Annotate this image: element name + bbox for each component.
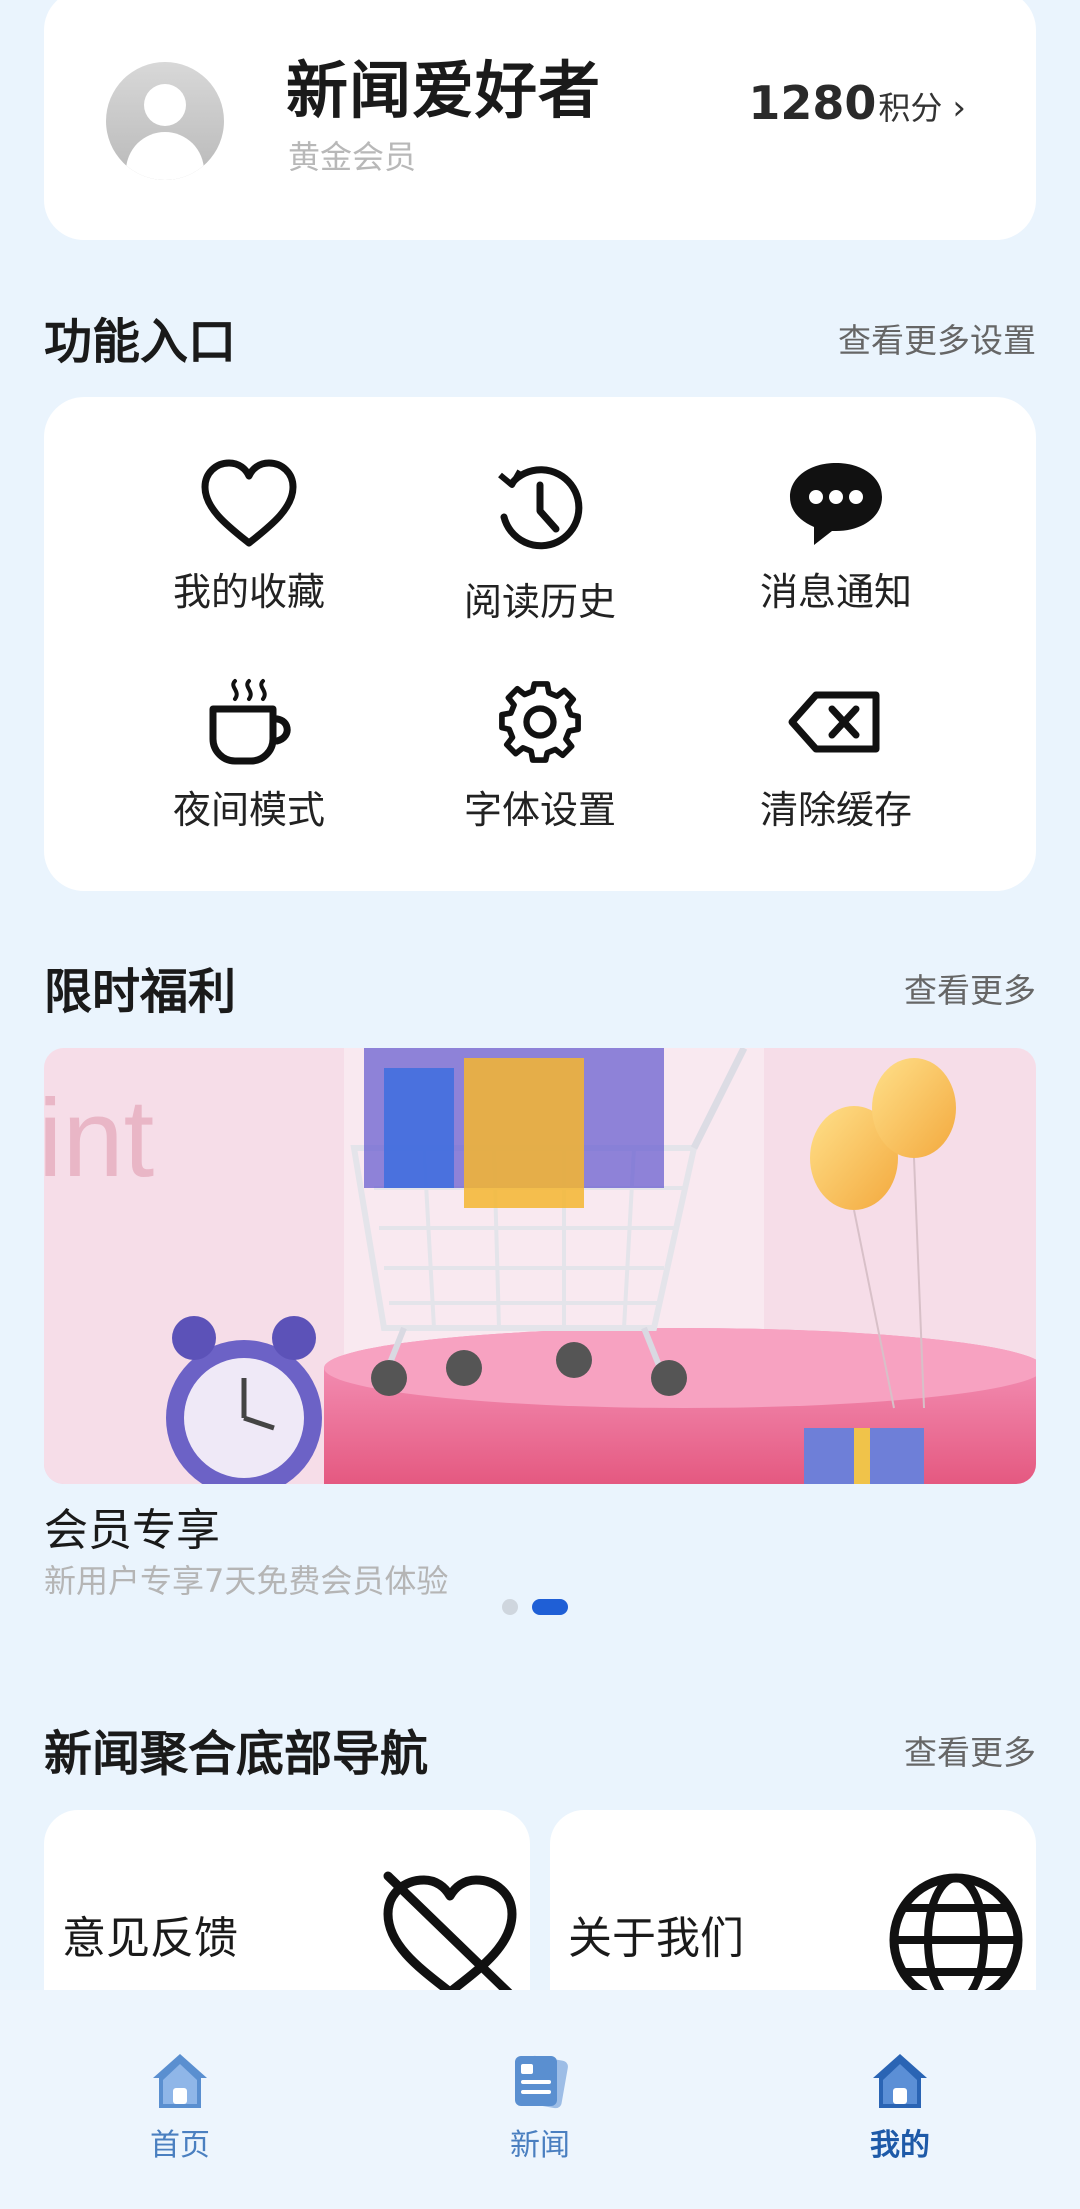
- tab-label: 新闻: [510, 2128, 570, 2163]
- feedback-label: 意见反馈: [62, 1913, 238, 1964]
- function-label: 字体设置: [463, 788, 616, 832]
- history-icon: [498, 466, 583, 550]
- home-icon: [873, 2054, 927, 2108]
- about-us-card[interactable]: 关于我们: [550, 1810, 1036, 2000]
- globe-icon: [889, 1873, 1023, 2000]
- points-unit: 积分: [878, 89, 943, 127]
- function-night-mode[interactable]: 夜间模式: [84, 677, 414, 877]
- carousel-dot[interactable]: [502, 1599, 518, 1615]
- welfare-banner-image[interactable]: int: [44, 1048, 1036, 1484]
- heart-off-icon: [383, 1871, 517, 2000]
- bottom-nav-section-title: 新闻聚合底部导航: [44, 1726, 429, 1782]
- shopping-cart-promo-illustration: int: [44, 1048, 1036, 1484]
- home-icon: [153, 2054, 207, 2108]
- chevron-right-icon: ›: [952, 88, 966, 128]
- user-name: 新闻爱好者: [286, 54, 602, 127]
- tab-news[interactable]: 新闻: [460, 2050, 620, 2164]
- bottom-nav-section-more-link[interactable]: 查看更多: [904, 1726, 1036, 1774]
- functions-title: 功能入口: [44, 314, 237, 370]
- welfare-more-link[interactable]: 查看更多: [904, 964, 1036, 1012]
- tab-home[interactable]: 首页: [100, 2050, 260, 2164]
- gear-icon: [499, 681, 581, 763]
- profile-card[interactable]: 新闻爱好者 黄金会员 1280 积分 ›: [44, 0, 1036, 240]
- tab-label: 我的: [870, 2128, 930, 2163]
- coffee-cup-icon: [209, 679, 291, 765]
- news-icon: [515, 2055, 568, 2109]
- functions-grid: 我的收藏 阅读历史 消息通知 夜间模式 字体设置 清除缓存: [44, 397, 1036, 891]
- avatar-body: [126, 132, 204, 180]
- heart-icon: [201, 459, 297, 547]
- about-us-label: 关于我们: [568, 1913, 744, 1964]
- function-label: 阅读历史: [463, 580, 616, 624]
- function-label: 消息通知: [759, 570, 912, 614]
- carousel-dot-active[interactable]: [532, 1599, 568, 1615]
- backspace-icon: [788, 691, 880, 753]
- chat-bubble-icon: [790, 463, 882, 545]
- carousel-indicator: [502, 1599, 568, 1615]
- banner-title: 会员专享: [44, 1505, 220, 1556]
- member-level: 黄金会员: [288, 138, 417, 176]
- points-value: 1280: [748, 76, 877, 130]
- function-favorites[interactable]: 我的收藏: [84, 459, 414, 659]
- tab-label: 首页: [150, 2128, 210, 2163]
- tab-mine[interactable]: 我的: [820, 2050, 980, 2164]
- function-label: 夜间模式: [172, 788, 325, 832]
- function-history[interactable]: 阅读历史: [375, 459, 705, 659]
- feedback-card[interactable]: 意见反馈: [44, 1810, 530, 2000]
- avatar[interactable]: [106, 62, 224, 180]
- function-label: 清除缓存: [759, 788, 912, 832]
- banner-overlay-text: int: [44, 1077, 154, 1200]
- function-clear-cache[interactable]: 清除缓存: [671, 677, 1001, 877]
- function-notifications[interactable]: 消息通知: [671, 459, 1001, 659]
- banner-subtitle: 新用户专享7天免费会员体验: [44, 1562, 449, 1600]
- function-label: 我的收藏: [172, 570, 325, 614]
- function-font-settings[interactable]: 字体设置: [375, 677, 705, 877]
- avatar-head: [144, 84, 186, 126]
- welfare-title: 限时福利: [44, 964, 237, 1020]
- functions-more-link[interactable]: 查看更多设置: [838, 314, 1036, 362]
- points-link[interactable]: 1280 积分 ›: [748, 76, 966, 130]
